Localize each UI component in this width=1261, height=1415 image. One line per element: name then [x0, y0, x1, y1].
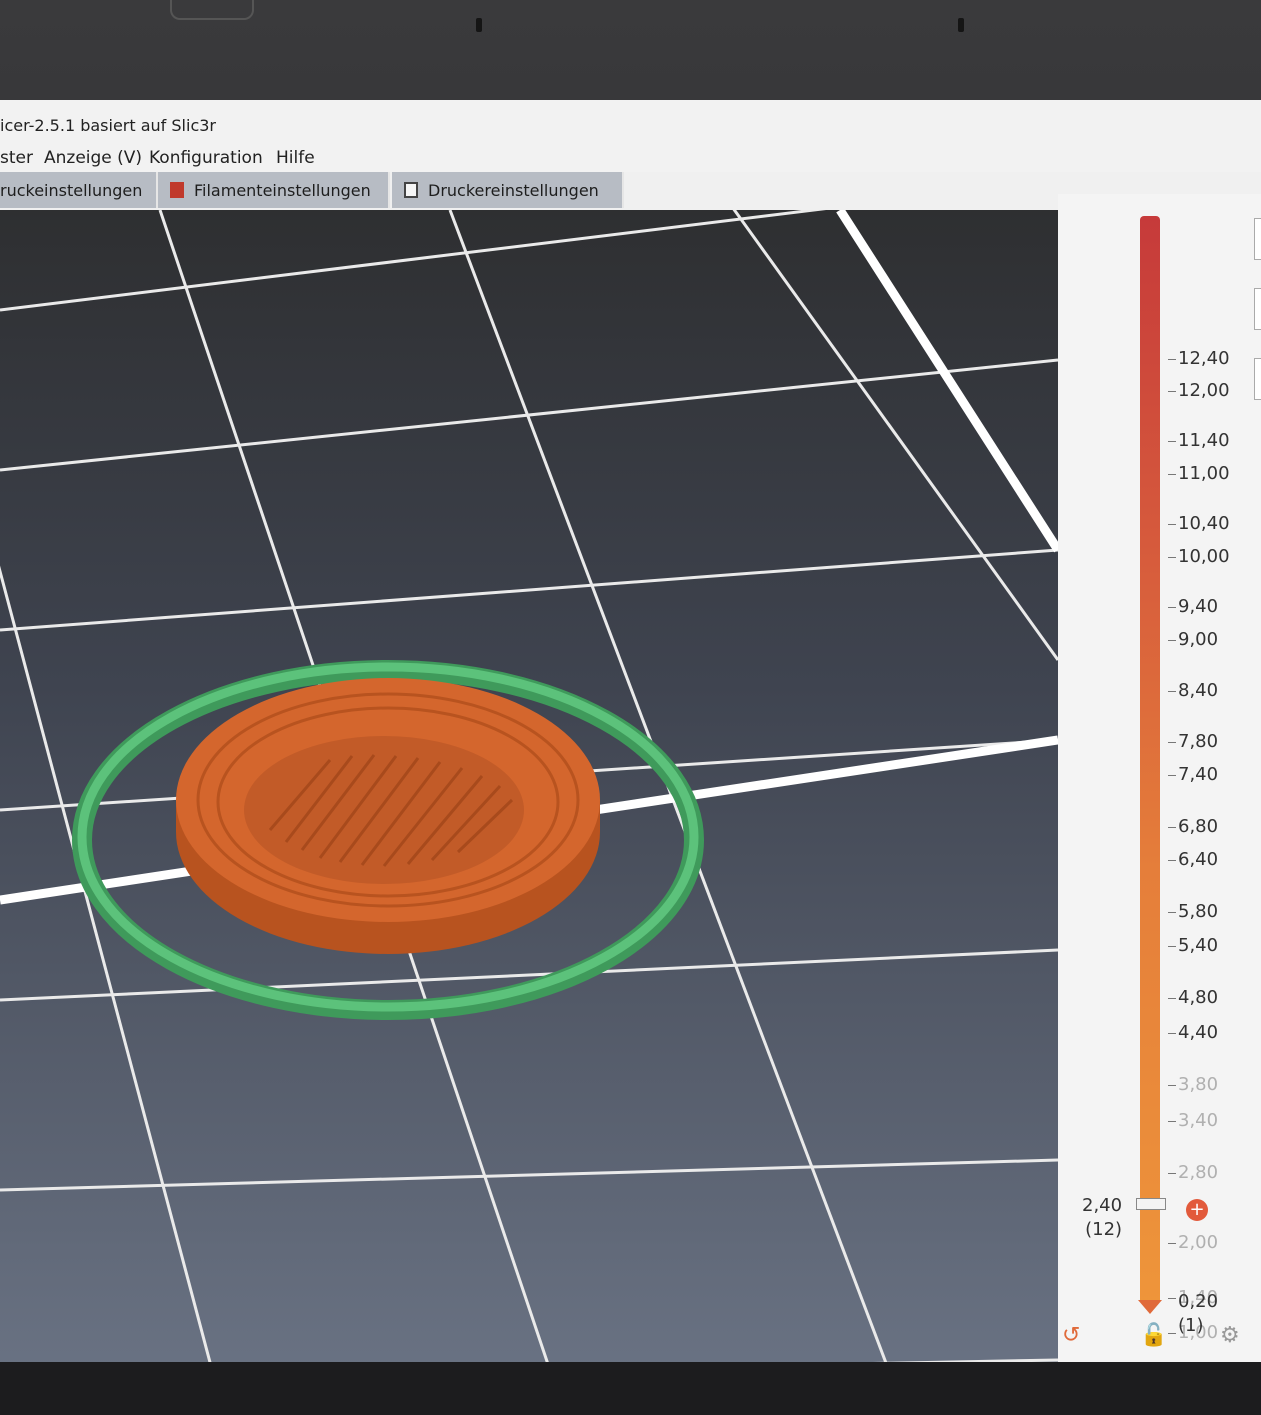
slider-tick-label: 3,80: [1178, 1074, 1219, 1095]
app-window: icer-2.5.1 basiert auf Slic3r ster Anzei…: [0, 100, 1261, 1362]
lower-handle-value: 0,20: [1178, 1291, 1219, 1312]
tab-label: Filamenteinstellungen: [194, 180, 371, 200]
slider-tick-label: 10,00: [1178, 546, 1230, 567]
filament-icon: [170, 182, 184, 198]
slider-tick-mark: [1168, 1298, 1176, 1299]
slider-tick-label: 11,00: [1178, 463, 1230, 484]
upper-handle[interactable]: [1136, 1198, 1166, 1210]
tab-filamenteinstellungen[interactable]: Filamenteinstellungen: [158, 172, 390, 208]
slider-tick-mark: [1168, 557, 1176, 558]
lock-icon[interactable]: 🔓: [1140, 1323, 1167, 1348]
slider-tick-label: 9,40: [1178, 596, 1219, 617]
upper-handle-value: 2,40: [1082, 1195, 1123, 1216]
menu-item-fenster[interactable]: ster: [0, 148, 33, 168]
gear-icon[interactable]: ⚙: [1220, 1323, 1240, 1348]
menu-item-konfiguration[interactable]: Konfiguration: [149, 148, 263, 168]
slider-tick-mark: [1168, 1243, 1176, 1244]
slider-tick-mark: [1168, 524, 1176, 525]
slider-tick-label: 10,40: [1178, 513, 1230, 534]
slider-tick-label: 9,00: [1178, 629, 1219, 650]
slider-tick-mark: [1168, 946, 1176, 947]
layer-range-slider[interactable]: [1140, 216, 1160, 1304]
slider-tick-mark: [1168, 1333, 1176, 1334]
slider-tick-label: 7,40: [1178, 764, 1219, 785]
slider-tick-label: 4,40: [1178, 1022, 1219, 1043]
slider-tick-mark: [1168, 391, 1176, 392]
slider-tick-label: 12,40: [1178, 348, 1230, 369]
menu-bar: ster Anzeige (V) Konfiguration Hilfe: [0, 144, 1261, 172]
menu-item-hilfe[interactable]: Hilfe: [276, 148, 315, 168]
slider-tick-mark: [1168, 998, 1176, 999]
slider-tick-mark: [1168, 691, 1176, 692]
slider-tick-label: 3,40: [1178, 1110, 1219, 1131]
slider-tick-label: 4,80: [1178, 987, 1219, 1008]
slider-tick-mark: [1168, 1085, 1176, 1086]
tab-label: Druckereinstellungen: [428, 180, 599, 200]
slider-tick-mark: [1168, 1173, 1176, 1174]
bezel-marker: [958, 18, 964, 32]
side-field: [1254, 358, 1261, 400]
slider-tick-mark: [1168, 742, 1176, 743]
upper-handle-layer: (12): [1085, 1219, 1123, 1241]
slider-tick-label: 12,00: [1178, 380, 1230, 401]
lower-handle[interactable]: [1138, 1300, 1162, 1314]
printer-icon: [404, 182, 418, 198]
layer-slider-panel: 12,40 12,00 11,40 11,00 10,40 10,00 9,40 9,00 8,…: [1058, 194, 1261, 1362]
slider-tick-label: 6,40: [1178, 849, 1219, 870]
slider-tick-mark: [1168, 860, 1176, 861]
slider-tick-label: 5,80: [1178, 901, 1219, 922]
slider-tick-label: 8,40: [1178, 680, 1219, 701]
undo-icon[interactable]: ↺: [1062, 1323, 1080, 1348]
slider-tick-mark: [1168, 474, 1176, 475]
lower-handle-label: 0,20 (1): [1178, 1290, 1218, 1339]
slider-tick-label: 6,80: [1178, 816, 1219, 837]
laptop-bottom-bezel: [0, 1362, 1261, 1415]
slider-tick-mark: [1168, 912, 1176, 913]
slider-tick-label: 2,00: [1178, 1232, 1219, 1253]
slider-tick-label: 2,80: [1178, 1162, 1219, 1183]
window-title: icer-2.5.1 basiert auf Slic3r: [0, 116, 216, 135]
side-field: [1254, 288, 1261, 330]
slider-tick-mark: [1168, 1121, 1176, 1122]
slider-tick-mark: [1168, 1033, 1176, 1034]
slider-tick-mark: [1168, 775, 1176, 776]
slider-tick-mark: [1168, 827, 1176, 828]
tab-druckeinstellungen[interactable]: ruckeinstellungen: [0, 172, 158, 208]
menu-item-anzeige[interactable]: Anzeige (V): [44, 148, 142, 168]
slider-tick-mark: [1168, 359, 1176, 360]
print-bed-scene: [0, 210, 1058, 1362]
slider-tick-label: 7,80: [1178, 731, 1219, 752]
slider-tick-mark: [1168, 640, 1176, 641]
printed-object: [176, 678, 600, 954]
slider-tick-label: 5,40: [1178, 935, 1219, 956]
add-color-change-icon[interactable]: +: [1186, 1199, 1208, 1221]
slider-tick-mark: [1168, 441, 1176, 442]
tab-label: ruckeinstellungen: [0, 180, 143, 200]
3d-preview-viewport[interactable]: [0, 210, 1058, 1362]
slider-tick-mark: [1168, 607, 1176, 608]
side-field: [1254, 218, 1261, 260]
lower-handle-layer: (1): [1178, 1315, 1204, 1337]
upper-handle-label: 2,40 (12): [1082, 1194, 1122, 1243]
slider-tick-label: 11,40: [1178, 430, 1230, 451]
bezel-notch: [170, 0, 254, 20]
title-bar: icer-2.5.1 basiert auf Slic3r: [0, 100, 1261, 144]
tab-druckereinstellungen[interactable]: Druckereinstellungen: [392, 172, 624, 208]
bezel-marker: [476, 18, 482, 32]
